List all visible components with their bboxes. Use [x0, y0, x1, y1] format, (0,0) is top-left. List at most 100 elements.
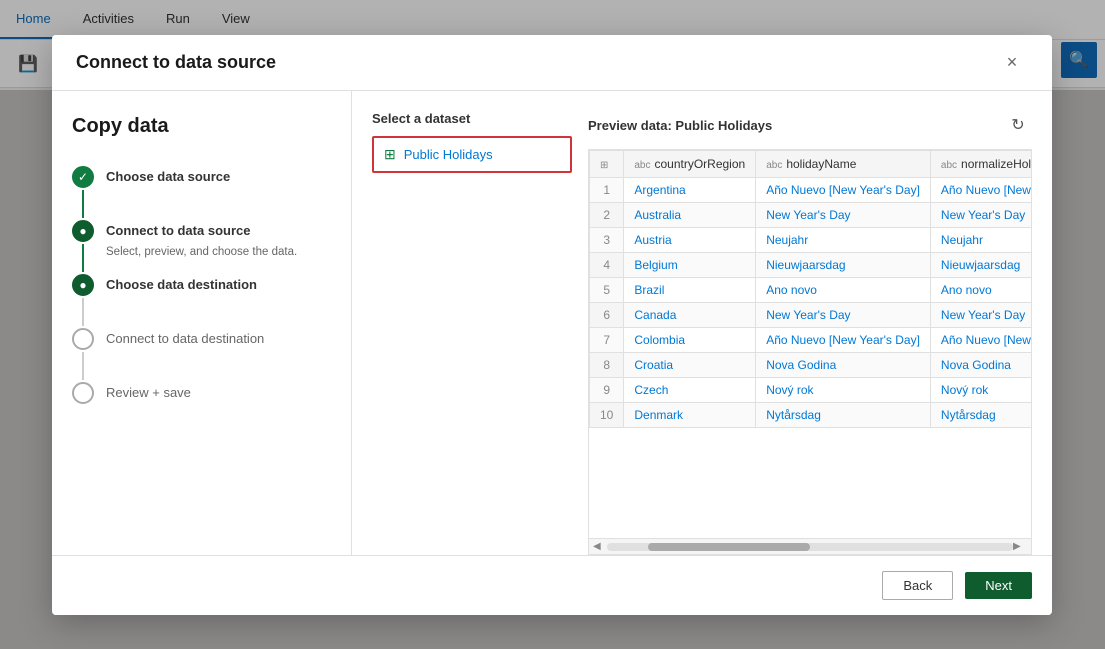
step1-line: [82, 190, 84, 218]
step-connect-source: ● Connect to data source Select, preview…: [72, 220, 331, 274]
row-num-cell: 2: [590, 203, 624, 228]
row-num-cell: 5: [590, 278, 624, 303]
step-connect-dest: Connect to data destination: [72, 328, 331, 382]
data-table-wrapper[interactable]: ⊞ abccountryOrRegion abcholidayName abcn…: [588, 149, 1032, 539]
preview-title: Preview data: Public Holidays: [588, 118, 772, 133]
step1-content: Choose data source: [106, 166, 331, 192]
dataset-item-public-holidays[interactable]: ⊞ Public Holidays: [372, 136, 572, 173]
table-row: 6 Canada New Year's Day New Year's Day: [590, 303, 1033, 328]
back-button[interactable]: Back: [882, 571, 953, 600]
app-shell: Home Activities Run View 💾 🔍 Connect to …: [0, 0, 1105, 649]
dataset-section-header: Select a dataset: [372, 111, 572, 126]
normalize-cell: Nytårsdag: [930, 403, 1032, 428]
normalize-cell: Nova Godina: [930, 353, 1032, 378]
step5-connector: [72, 382, 94, 404]
dataset-selector: Select a dataset ⊞ Public Holidays: [372, 111, 572, 555]
holiday-cell: New Year's Day: [756, 203, 931, 228]
step1-label: Choose data source: [106, 166, 331, 188]
country-cell: Croatia: [624, 353, 756, 378]
modal-footer: Back Next: [52, 555, 1052, 615]
col-num-header: ⊞: [590, 151, 624, 178]
holiday-cell: Año Nuevo [New Year's Day]: [756, 178, 931, 203]
country-cell: Denmark: [624, 403, 756, 428]
step3-icon: ●: [72, 274, 94, 296]
col-holiday-header: abcholidayName: [756, 151, 931, 178]
country-cell: Canada: [624, 303, 756, 328]
scroll-left-btn[interactable]: ◀: [593, 541, 607, 552]
holiday-cell: Nova Godina: [756, 353, 931, 378]
step4-connector: [72, 328, 94, 382]
country-cell: Czech: [624, 378, 756, 403]
content-inner: Select a dataset ⊞ Public Holidays Previ…: [372, 111, 1032, 555]
dataset-item-label: Public Holidays: [404, 147, 493, 162]
country-cell: Belgium: [624, 253, 756, 278]
row-num-cell: 10: [590, 403, 624, 428]
col-country-header: abccountryOrRegion: [624, 151, 756, 178]
row-num-cell: 8: [590, 353, 624, 378]
horizontal-scrollbar[interactable]: ◀ ▶: [588, 539, 1032, 555]
data-table: ⊞ abccountryOrRegion abcholidayName abcn…: [589, 150, 1032, 428]
content-panel: Select a dataset ⊞ Public Holidays Previ…: [352, 91, 1052, 555]
table-row: 4 Belgium Nieuwjaarsdag Nieuwjaarsdag: [590, 253, 1033, 278]
holiday-cell: Nový rok: [756, 378, 931, 403]
holiday-cell: Neujahr: [756, 228, 931, 253]
row-num-cell: 7: [590, 328, 624, 353]
table-row: 2 Australia New Year's Day New Year's Da…: [590, 203, 1033, 228]
table-row: 10 Denmark Nytårsdag Nytårsdag: [590, 403, 1033, 428]
row-num-cell: 9: [590, 378, 624, 403]
preview-panel: Preview data: Public Holidays ↻ ⊞ abccou…: [588, 111, 1032, 555]
table-row: 7 Colombia Año Nuevo [New Year's Day] Añ…: [590, 328, 1033, 353]
step-choose-dest: ● Choose data destination: [72, 274, 331, 328]
step3-connector: ●: [72, 274, 94, 328]
normalize-cell: Año Nuevo [New Year's Day]: [930, 328, 1032, 353]
step2-line: [82, 244, 84, 272]
step-choose-source: ✓ Choose data source: [72, 166, 331, 220]
table-row: 3 Austria Neujahr Neujahr: [590, 228, 1033, 253]
normalize-cell: Nový rok: [930, 378, 1032, 403]
country-cell: Brazil: [624, 278, 756, 303]
normalize-cell: Nieuwjaarsdag: [930, 253, 1032, 278]
modal-title: Connect to data source: [76, 52, 996, 73]
steps-title: Copy data: [72, 115, 331, 138]
holiday-cell: Año Nuevo [New Year's Day]: [756, 328, 931, 353]
scroll-right-btn[interactable]: ▶: [1013, 541, 1027, 552]
step5-content: Review + save: [106, 382, 331, 408]
normalize-cell: New Year's Day: [930, 303, 1032, 328]
next-button[interactable]: Next: [965, 572, 1032, 599]
holiday-cell: New Year's Day: [756, 303, 931, 328]
table-row: 1 Argentina Año Nuevo [New Year's Day] A…: [590, 178, 1033, 203]
step4-content: Connect to data destination: [106, 328, 331, 354]
step-review-save: Review + save: [72, 382, 331, 408]
steps-panel: Copy data ✓ Choose data source: [52, 91, 352, 555]
modal-close-button[interactable]: ×: [996, 47, 1028, 79]
step5-label: Review + save: [106, 382, 331, 404]
step2-icon: ●: [72, 220, 94, 242]
scrollbar-thumb[interactable]: [648, 543, 810, 551]
table-row: 8 Croatia Nova Godina Nova Godina: [590, 353, 1033, 378]
scrollbar-track[interactable]: [607, 543, 1013, 551]
step3-content: Choose data destination: [106, 274, 331, 300]
holiday-cell: Nieuwjaarsdag: [756, 253, 931, 278]
modal-overlay: Connect to data source × Copy data ✓: [0, 0, 1105, 649]
step4-label: Connect to data destination: [106, 328, 331, 350]
row-num-cell: 4: [590, 253, 624, 278]
step4-line: [82, 352, 84, 380]
row-num-cell: 6: [590, 303, 624, 328]
table-row: 5 Brazil Ano novo Ano novo: [590, 278, 1033, 303]
table-row: 9 Czech Nový rok Nový rok: [590, 378, 1033, 403]
table-header-row: ⊞ abccountryOrRegion abcholidayName abcn…: [590, 151, 1033, 178]
step5-icon: [72, 382, 94, 404]
step1-connector: ✓: [72, 166, 94, 220]
row-num-cell: 1: [590, 178, 624, 203]
country-cell: Austria: [624, 228, 756, 253]
step2-connector: ●: [72, 220, 94, 274]
step4-icon: [72, 328, 94, 350]
step3-label: Choose data destination: [106, 274, 331, 296]
step2-content: Connect to data source Select, preview, …: [106, 220, 331, 264]
dataset-table-icon: ⊞: [384, 146, 396, 163]
country-cell: Argentina: [624, 178, 756, 203]
country-cell: Colombia: [624, 328, 756, 353]
preview-header: Preview data: Public Holidays ↻: [588, 111, 1032, 139]
refresh-button[interactable]: ↻: [1004, 111, 1032, 139]
country-cell: Australia: [624, 203, 756, 228]
